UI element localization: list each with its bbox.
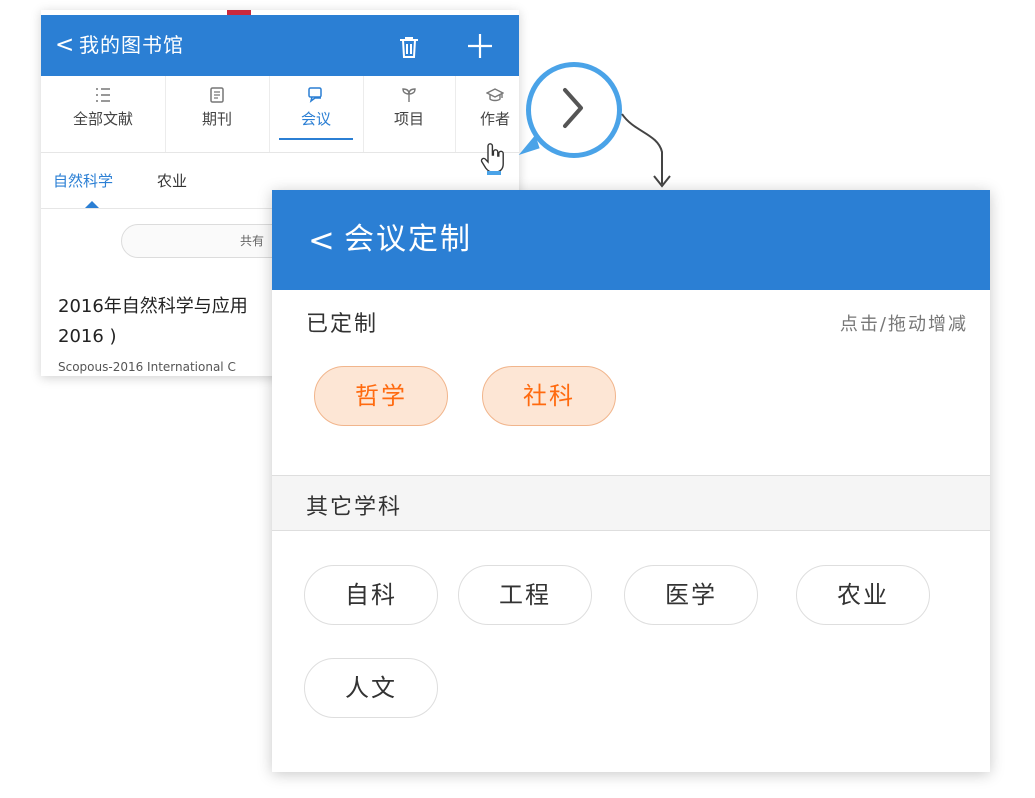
list-icon — [96, 88, 110, 102]
customize-header: < 会议定制 — [272, 190, 990, 290]
active-subtab-caret — [85, 201, 99, 208]
tab-label: 期刊 — [201, 110, 232, 128]
tab-conferences[interactable]: 会议 — [269, 76, 364, 152]
customize-hint: 点击/拖动增减 — [839, 314, 968, 335]
subtab-natural-science[interactable]: 自然科学 — [53, 170, 113, 191]
tab-label: 全部文献 — [72, 110, 133, 128]
connector-arrow — [621, 113, 671, 188]
tab-all-documents[interactable]: 全部文献 — [41, 76, 166, 152]
tab-projects[interactable]: 项目 — [363, 76, 456, 152]
back-button[interactable]: < — [308, 218, 335, 262]
result-count-text: 共有 — [240, 234, 265, 248]
selected-chip-philosophy[interactable]: 哲学 — [314, 366, 448, 426]
page-title: 会议定制 — [344, 222, 472, 257]
chat-icon — [308, 87, 322, 103]
back-button[interactable]: < — [55, 28, 74, 62]
option-chip-agriculture[interactable]: 农业 — [796, 565, 930, 625]
article-title-line1: 2016年自然科学与应用 — [58, 296, 248, 317]
tab-journals[interactable]: 期刊 — [165, 76, 270, 152]
tab-label: 项目 — [393, 110, 424, 128]
customized-section-title: 已定制 — [306, 312, 379, 337]
journal-icon — [210, 87, 224, 103]
selected-chip-social-science[interactable]: 社科 — [482, 366, 616, 426]
tab-label: 作者 — [479, 110, 510, 128]
plus-icon[interactable] — [465, 31, 495, 61]
category-tabs: 全部文献 期刊 会议 项目 作者 — [41, 76, 519, 153]
tab-label: 会议 — [300, 110, 331, 128]
article-source: Scopous-2016 International C — [58, 360, 236, 374]
trash-icon[interactable] — [397, 35, 421, 59]
status-strip — [41, 10, 519, 14]
conference-customize-screen: < 会议定制 已定制 点击/拖动增减 哲学 社科 其它学科 自科 工程 医学 农… — [272, 190, 990, 772]
hand-cursor-icon — [480, 143, 504, 175]
option-chip-engineering[interactable]: 工程 — [458, 565, 592, 625]
option-chip-natural-science[interactable]: 自科 — [304, 565, 438, 625]
page-title: 我的图书馆 — [79, 33, 184, 57]
graduation-cap-icon — [486, 88, 504, 102]
other-subjects-bar: 其它学科 — [272, 475, 990, 531]
other-subjects-title: 其它学科 — [306, 495, 403, 520]
article-title-line2: 2016 ) — [58, 326, 117, 347]
active-tab-underline — [279, 138, 353, 140]
option-chip-humanities[interactable]: 人文 — [304, 658, 438, 718]
library-header: < 我的图书馆 — [41, 15, 519, 76]
chevron-right-icon — [563, 88, 583, 128]
option-chip-medicine[interactable]: 医学 — [624, 565, 758, 625]
article-title[interactable]: 2016年自然科学与应用 2016 ) — [58, 292, 248, 352]
sprout-icon — [402, 88, 416, 102]
subtab-agriculture[interactable]: 农业 — [157, 170, 187, 191]
